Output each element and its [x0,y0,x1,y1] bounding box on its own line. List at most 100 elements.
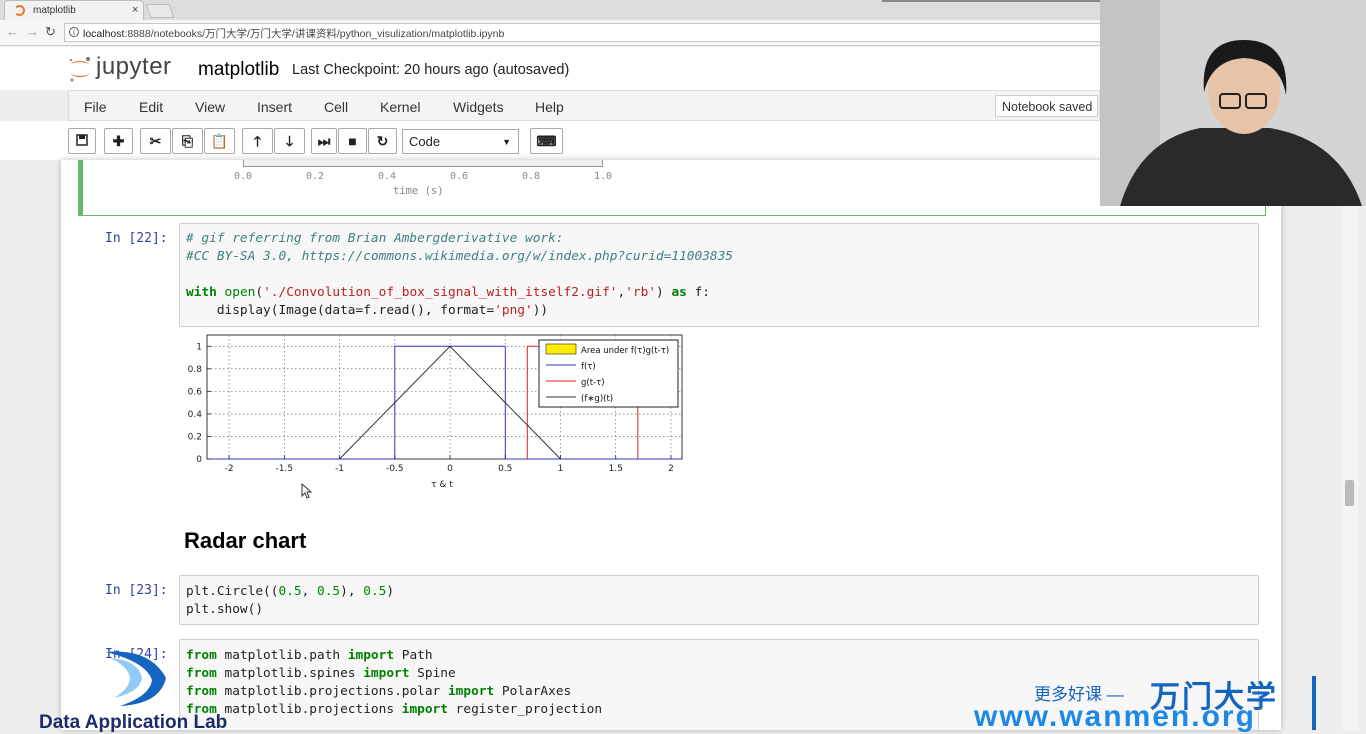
menu-view[interactable]: View [195,99,225,115]
cut-button[interactable]: ✂ [140,128,171,154]
menu-insert[interactable]: Insert [257,99,292,115]
cell-prompt: In [22]: [105,231,168,246]
jupyter-wordmark[interactable]: jupyter [96,53,172,81]
cell-type-select[interactable]: Code ▼ [402,129,519,154]
code-line: from matplotlib.spines import Spine [186,666,456,681]
x-tick-label: 0 [447,464,453,474]
webcam-overlay [1100,0,1366,206]
menu-bar: File Edit View Insert Cell Kernel Widget… [68,90,1100,121]
watermark-divider [1312,676,1316,730]
save-button[interactable] [68,128,96,154]
reload-icon[interactable]: ↻ [45,24,56,40]
chevron-down-icon: ▼ [502,137,511,147]
jupyter-favicon-icon [14,5,25,16]
data-application-lab-logo-icon [106,651,166,706]
menu-file[interactable]: File [84,99,107,115]
code-line: #CC BY-SA 3.0, https://commons.wikimedia… [186,249,734,264]
url-field[interactable]: i localhost:8888/notebooks/万门大学/万门大学/讲课资… [64,23,1104,42]
code-line: plt.Circle((0.5, 0.5), 0.5) [186,584,395,599]
code-line: # gif referring from Brian Ambergderivat… [186,231,564,246]
x-tick-label: 2 [668,464,674,474]
x-tick-label: -1 [335,464,344,474]
y-tick-label: 0.8 [188,365,203,375]
url-path: :8888/notebooks/万门大学/万门大学/讲课资料/python_vi… [124,28,505,40]
keyboard-icon: ⌨ [536,133,557,149]
move-down-button[interactable]: 🡓 [274,128,305,154]
menu-kernel[interactable]: Kernel [380,99,420,115]
plus-icon: ✚ [112,133,125,149]
code-line: display(Image(data=f.read(), format='png… [186,303,549,318]
jupyter-logo-icon[interactable] [67,55,93,83]
run-button[interactable]: ⏭ [311,128,337,154]
cell-prompt: In [23]: [105,583,168,598]
notebook-status-indicator: Notebook saved [995,95,1098,117]
menu-widgets[interactable]: Widgets [453,99,504,115]
notebook-name[interactable]: matplotlib [198,59,279,81]
step-forward-icon: ⏭ [317,133,331,149]
y-tick-label: 0.2 [188,432,202,442]
copy-button[interactable]: ⎘ [172,128,203,154]
tick-label: 0.6 [450,171,469,182]
prev-plot-xlabel: time (s) [393,185,444,197]
selected-cell[interactable] [78,160,1266,216]
x-tick-label: 1 [558,464,564,474]
scrollbar-thumb[interactable] [1345,480,1354,506]
url-host: localhost [83,28,125,40]
watermark-url: www.wanmen.org [974,700,1256,733]
restart-button[interactable]: ↻ [368,128,397,154]
x-tick-label: -0.5 [386,464,404,474]
lab-watermark-text: Data Application Lab [39,712,228,733]
legend-swatch-area [545,343,577,355]
x-tick-label: -2 [225,464,234,474]
checkpoint-status: Last Checkpoint: 20 hours ago (autosaved… [292,62,570,78]
browser-tab[interactable]: matplotlib × [4,0,144,20]
code-cell-input[interactable]: plt.Circle((0.5, 0.5), 0.5) plt.show() [179,575,1259,625]
info-icon[interactable]: i [69,27,79,37]
menu-edit[interactable]: Edit [139,99,163,115]
x-tick-label: 1.5 [609,464,623,474]
back-icon[interactable]: ← [6,24,19,39]
copy-icon: ⎘ [181,133,194,149]
presenter-video [1100,0,1366,206]
paste-icon: 📋 [210,133,229,149]
tick-label: 1.0 [594,171,613,182]
code-line: with open('./Convolution_of_box_signal_w… [186,285,711,300]
command-palette-button[interactable]: ⌨ [530,128,563,154]
move-up-button[interactable]: 🡑 [242,128,273,154]
code-cell-input[interactable]: # gif referring from Brian Ambergderivat… [179,223,1259,327]
legend-label-area: Area under f(τ)g(t-τ) [581,346,669,356]
y-tick-label: 0.6 [188,387,203,397]
prev-plot-frame [243,160,603,167]
y-tick-label: 0 [196,455,202,465]
stop-icon: ■ [348,133,357,149]
code-line: from matplotlib.projections import regis… [186,702,603,717]
cut-icon: ✂ [149,133,162,149]
tab-title: matplotlib [33,5,76,16]
x-tick-label: 0.5 [498,464,512,474]
restart-icon: ↻ [376,133,389,149]
y-tick-label: 1 [196,342,202,352]
mouse-cursor-icon [301,483,313,499]
interrupt-button[interactable]: ■ [338,128,367,154]
section-heading: Radar chart [184,528,307,553]
y-tick-label: 0.4 [188,410,203,420]
tick-label: 0.0 [234,171,253,182]
legend-label-g: g(t-τ) [581,378,605,388]
code-line: plt.show() [186,602,264,617]
scrollbar-track[interactable] [1342,206,1358,730]
x-axis-label: τ & t [431,480,453,490]
legend-label-f: f(τ) [581,362,596,372]
x-tick-label: -1.5 [276,464,294,474]
forward-icon[interactable]: → [26,24,39,39]
tab-close-icon[interactable]: × [132,4,138,16]
menu-cell[interactable]: Cell [324,99,348,115]
arrow-up-icon: 🡑 [253,133,262,149]
code-line: from matplotlib.path import Path [186,648,433,663]
paste-button[interactable]: 📋 [204,128,235,154]
convolution-chart: -2 -1.5 -1 -0.5 0 0.5 1 1.5 2 0 0.2 0.4 0.6 0.8 1 τ &… [188,334,683,490]
menu-help[interactable]: Help [535,99,564,115]
save-icon [76,134,88,146]
cell-type-value: Code [409,134,441,149]
insert-cell-button[interactable]: ✚ [104,128,133,154]
new-tab-button[interactable] [145,4,175,18]
